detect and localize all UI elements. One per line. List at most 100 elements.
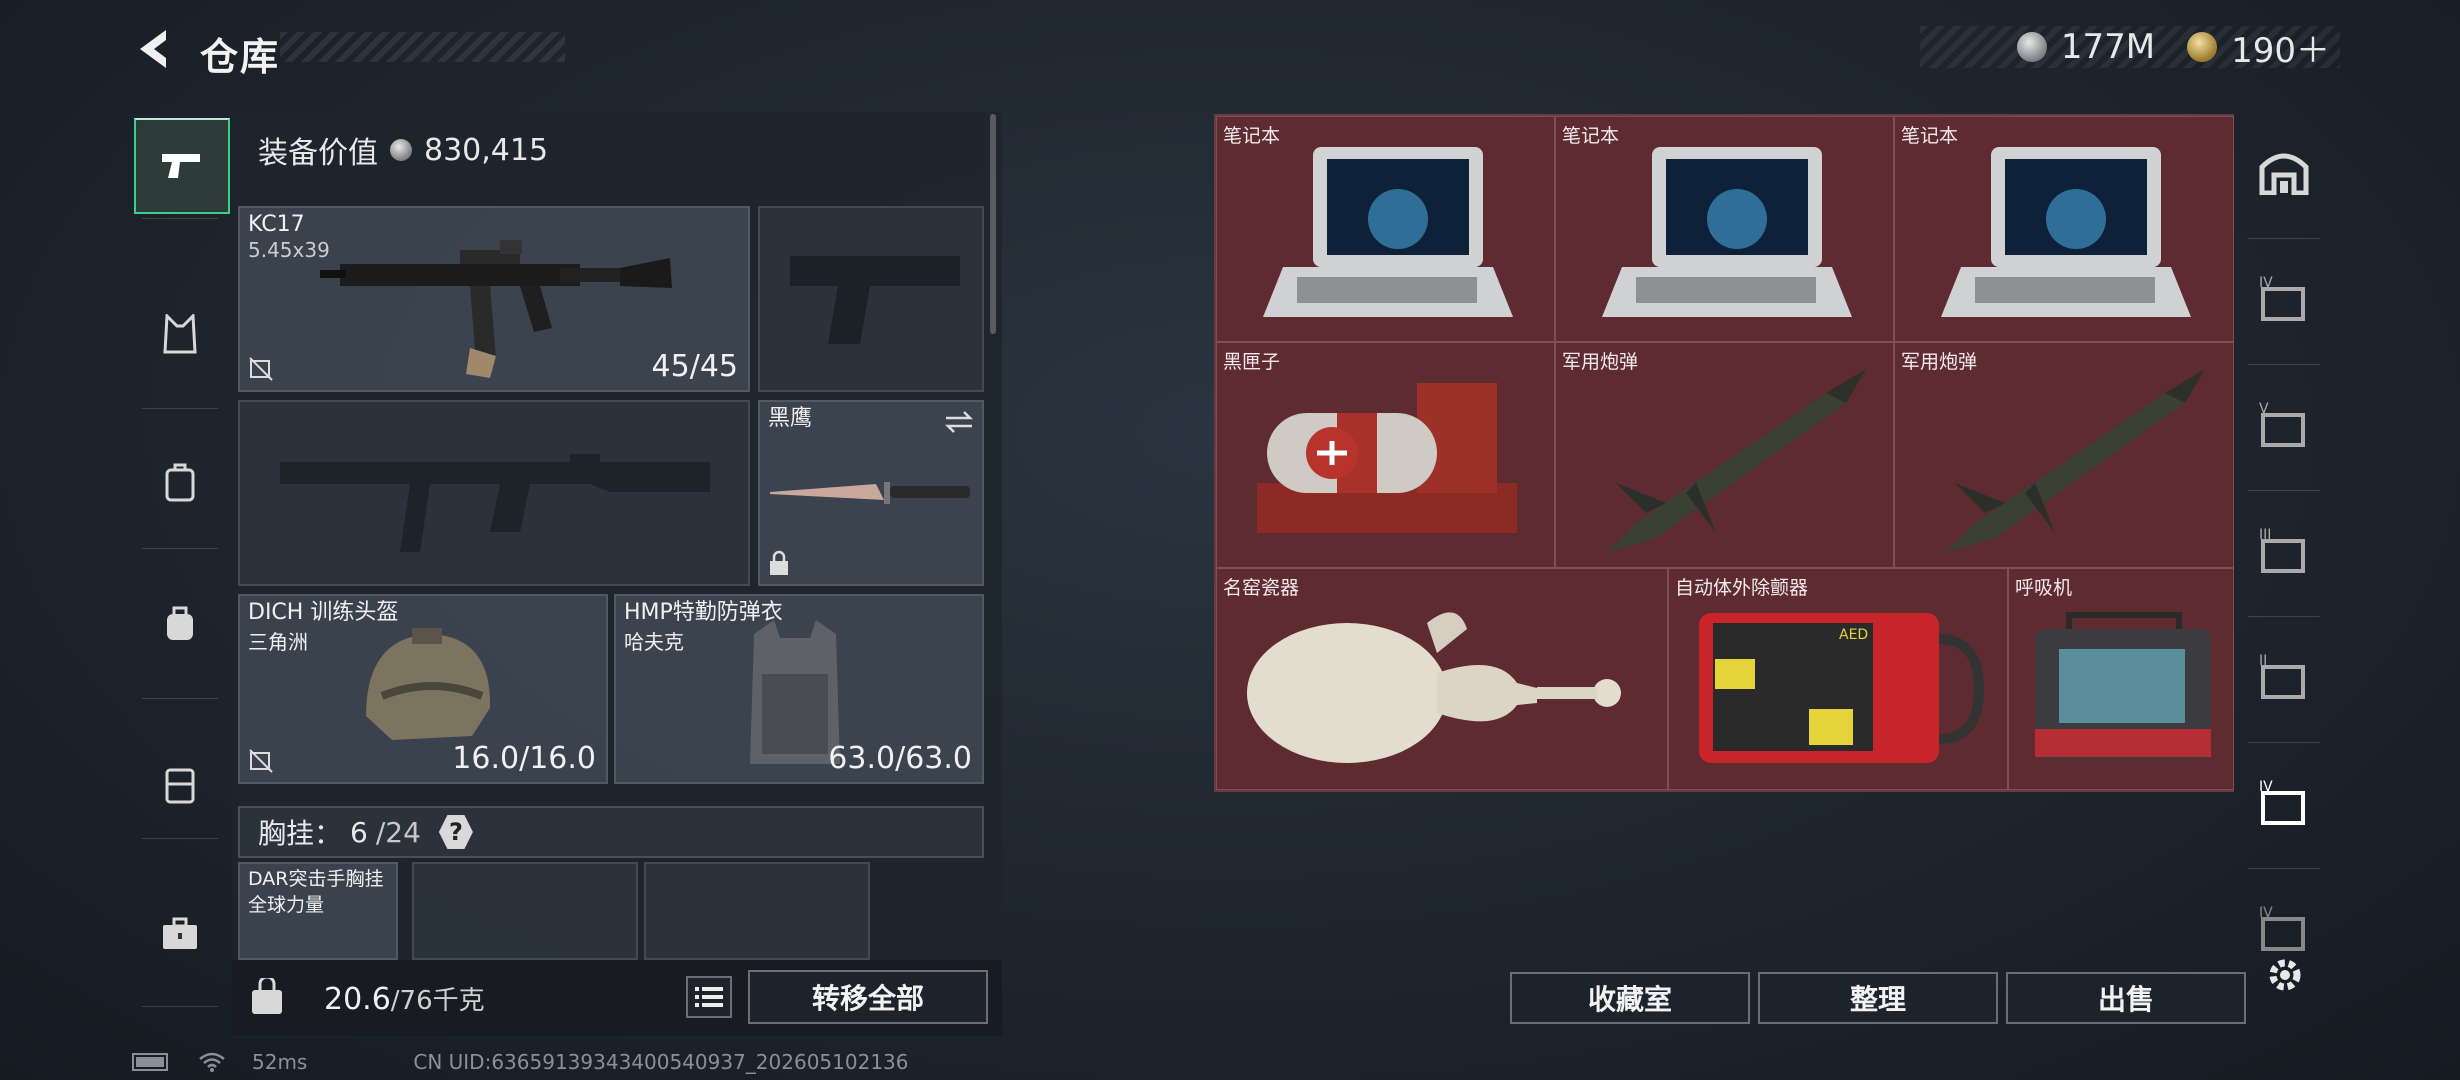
weapon-name: KC17 [248,212,305,237]
rail-tab-backpack[interactable] [134,436,226,528]
storage-item-laptop[interactable]: 笔记本 [1894,116,2234,342]
organize-button[interactable]: 整理 [1758,972,1998,1024]
ping-readout: 52ms [252,1050,308,1074]
list-icon [695,987,723,1007]
storage-item-shell[interactable]: 军用炮弹 [1894,342,2234,568]
storage-box-icon: V [2259,401,2305,447]
rail-divider [142,698,218,699]
chest-rig-capacity: /24 [375,815,421,849]
weapon-ammo: 45/45 [651,349,738,384]
list-view-button[interactable] [686,976,732,1018]
storage-item-defibrillator[interactable]: 自动体外除颤器 AED [1668,568,2008,790]
pistol-silhouette-icon [790,256,960,344]
storage-tab-2[interactable]: II [2238,616,2330,736]
chest-rig-count: 6 [350,815,368,849]
rail-tab-pouch[interactable] [134,578,226,670]
storage-item-black-box[interactable]: 黑匣子 [1216,342,1555,568]
chest-rig-bar: 胸挂： 6 /24 ? [238,806,984,858]
storage-item-ventilator[interactable]: 呼吸机 [2008,568,2234,790]
secondary-weapon-slot[interactable] [238,400,750,586]
no-insurance-icon [249,357,273,381]
rail-tab-case[interactable] [134,888,226,980]
settings-gear-icon[interactable] [2264,954,2306,996]
ventilator-image [2035,612,2211,759]
equipment-value-label: 装备价值 [258,136,378,171]
storage-item-laptop[interactable]: 笔记本 [1216,116,1555,342]
backpack-icon [165,463,195,502]
briefcase-icon [163,917,197,949]
collection-room-button[interactable]: 收藏室 [1510,972,1750,1024]
rail-divider [142,408,218,409]
chest-rig-item-name: DAR突击手胸挂 [248,868,384,890]
storage-item-shell[interactable]: 军用炮弹 [1555,342,1894,568]
storage-tab-rail: IV V III II IV IV [2238,112,2330,1012]
melee-slot[interactable]: 黑鹰 [758,400,984,586]
melee-name: 黑鹰 [768,406,813,431]
storage-box-icon: III [2259,527,2305,573]
helmet-durability: 16.0/16.0 [452,741,596,776]
title-stripe [280,32,565,62]
swap-icon [944,411,974,433]
knife-image [770,482,970,504]
no-insurance-icon [249,749,273,773]
storage-tab-4-active[interactable]: IV [2238,742,2330,862]
laptop-image [1263,147,1513,317]
rail-tab-weapons[interactable] [134,118,230,214]
primary-weapon-slot[interactable]: KC17 5.45x39 45/45 [238,206,750,392]
silver-coin-icon [390,139,412,161]
safebox-icon [165,768,195,804]
sell-button[interactable]: 出售 [2006,972,2246,1024]
porcelain-vase-image [1247,612,1621,763]
storage-box-icon: II [2259,653,2305,699]
page-title: 仓库 [200,35,281,79]
equipment-scrollbar[interactable] [990,114,996,334]
weight-readout: 20.6/76千克 [324,980,485,1017]
pistol-icon [162,154,200,178]
storage-tab-5[interactable]: V [2238,364,2330,484]
vest-rig-icon [163,314,197,354]
laptop-image [1941,147,2191,317]
black-box-image [1257,383,1517,533]
chest-rig-empty-slot[interactable] [644,862,870,960]
gold-amount[interactable]: 190＋ [2231,23,2330,72]
storage-grid: 笔记本 笔记本 笔记本 黑匣子 军用炮弹 军用炮弹 名窑瓷器 自动体外除颤器 A… [1214,114,2234,792]
chest-rig-item-sub: 全球力量 [248,894,325,916]
rail-divider [142,838,218,839]
chest-rig-item-slot[interactable]: DAR突击手胸挂 全球力量 [238,862,398,960]
uid-readout: CN UID:63659139343400540937_202605102136 [413,1050,909,1074]
item-name: 自动体外除颤器 [1675,577,1809,599]
laptop-image [1602,147,1852,317]
silver-coin-icon [2016,32,2047,62]
item-name: 呼吸机 [2015,577,2073,599]
armor-durability: 63.0/63.0 [828,741,972,776]
back-arrow-icon[interactable] [132,26,178,72]
rail-divider [142,548,218,549]
helmet-brand: 三角洲 [248,630,308,654]
item-name: 黑匣子 [1223,351,1281,373]
missile-image [1945,369,2205,553]
missile-image [1606,369,1866,553]
storage-tab-4[interactable]: IV [2238,238,2330,358]
rail-tab-chest-rig[interactable] [134,288,226,380]
lock-icon [770,550,788,575]
chest-rig-label: 胸挂： [258,817,343,850]
pistol-slot[interactable] [758,206,984,392]
defibrillator-image: AED [1699,613,1985,763]
storage-tab-3[interactable]: III [2238,490,2330,610]
weight-icon [252,978,282,1014]
storage-tab-all[interactable] [2238,112,2330,232]
helmet-slot[interactable]: DICH 训练头盔 三角洲 16.0/16.0 [238,594,608,784]
chest-rig-empty-slot[interactable] [412,862,638,960]
help-icon[interactable]: ? [438,815,473,849]
storage-item-porcelain[interactable]: 名窑瓷器 [1216,568,1668,790]
armor-slot[interactable]: HMP特勤防弹衣 哈夫克 63.0/63.0 [614,594,984,784]
weapon-caliber: 5.45x39 [248,238,330,262]
wifi-icon [199,1052,225,1072]
armor-brand: 哈夫克 [624,630,684,654]
weight-max: /76千克 [390,986,485,1016]
transfer-all-button[interactable]: 转移全部 [748,970,988,1024]
battery-icon [132,1053,168,1071]
storage-item-laptop[interactable]: 笔记本 [1555,116,1894,342]
storage-box-icon: IV [2259,779,2305,825]
rail-tab-container[interactable] [134,738,226,830]
